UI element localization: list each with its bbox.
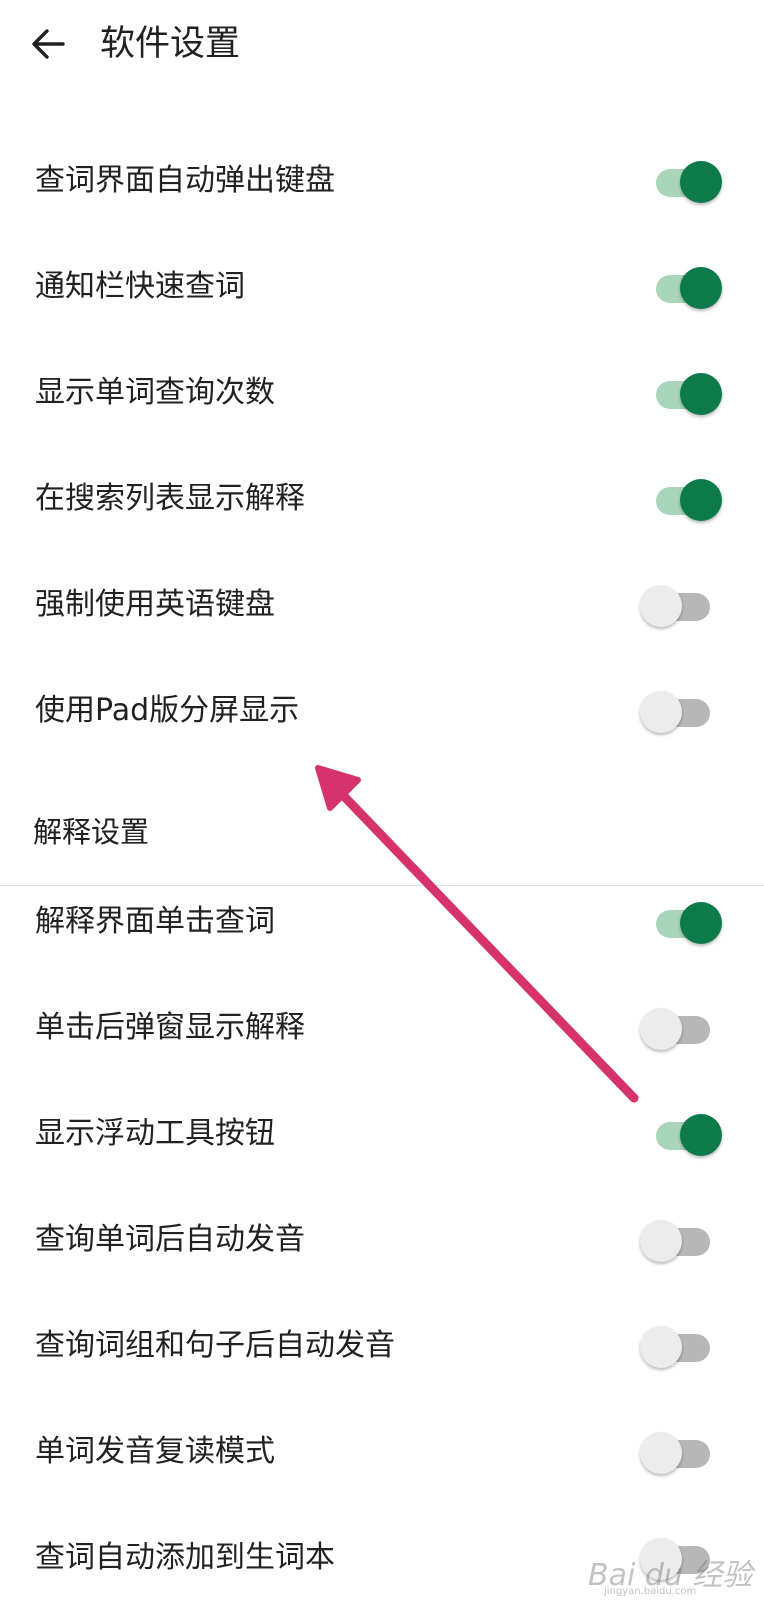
- setting-label: 查词自动添加到生词本: [35, 1540, 335, 1575]
- setting-row-pad-split-screen[interactable]: 使用Pad版分屏显示: [0, 658, 764, 764]
- switch-thumb: [640, 1326, 682, 1368]
- setting-row-floating-tool-button[interactable]: 显示浮动工具按钮: [0, 1081, 764, 1187]
- switch-thumb: [640, 1220, 682, 1262]
- switch-thumb: [680, 479, 722, 521]
- section-header-explain-settings: 解释设置: [33, 815, 150, 849]
- switch-thumb: [680, 161, 722, 203]
- setting-label: 在搜索列表显示解释: [35, 481, 305, 516]
- switch-thumb: [640, 1008, 682, 1050]
- popup-explanation-switch[interactable]: [640, 1004, 724, 1052]
- setting-row-popup-explanation[interactable]: 单击后弹窗显示解释: [0, 975, 764, 1081]
- setting-label: 查询词组和句子后自动发音: [35, 1328, 395, 1363]
- page-title: 软件设置: [100, 24, 241, 64]
- setting-label: 解释界面单击查词: [35, 904, 275, 939]
- setting-label: 显示浮动工具按钮: [35, 1116, 275, 1151]
- tap-lookup-switch[interactable]: [640, 898, 724, 946]
- switch-thumb: [680, 902, 722, 944]
- auto-pronounce-phrase-switch[interactable]: [640, 1322, 724, 1370]
- setting-label: 使用Pad版分屏显示: [35, 693, 300, 728]
- setting-label: 查询单词后自动发音: [35, 1222, 305, 1257]
- switch-thumb: [640, 691, 682, 733]
- setting-label: 显示单词查询次数: [35, 375, 275, 410]
- search-list-explanation-switch[interactable]: [640, 475, 724, 523]
- setting-row-auto-pronounce-word[interactable]: 查询单词后自动发音: [0, 1187, 764, 1293]
- switch-thumb: [680, 373, 722, 415]
- notification-lookup-switch[interactable]: [640, 263, 724, 311]
- back-button[interactable]: [24, 22, 72, 66]
- lookup-count-switch[interactable]: [640, 369, 724, 417]
- setting-label: 单击后弹窗显示解释: [35, 1010, 305, 1045]
- setting-label: 通知栏快速查词: [35, 269, 245, 304]
- repeat-pronunciation-switch[interactable]: [640, 1428, 724, 1476]
- setting-row-tap-lookup[interactable]: 解释界面单击查词: [0, 869, 764, 975]
- switch-thumb: [640, 585, 682, 627]
- setting-row-lookup-count[interactable]: 显示单词查询次数: [0, 340, 764, 446]
- switch-thumb: [680, 267, 722, 309]
- app-bar: 软件设置: [0, 0, 764, 88]
- setting-row-notification-lookup[interactable]: 通知栏快速查词: [0, 234, 764, 340]
- floating-tool-button-switch[interactable]: [640, 1110, 724, 1158]
- pad-split-screen-switch[interactable]: [640, 687, 724, 735]
- setting-label: 单词发音复读模式: [35, 1434, 275, 1469]
- setting-row-auto-keyboard[interactable]: 查词界面自动弹出键盘: [0, 128, 764, 234]
- auto-pronounce-word-switch[interactable]: [640, 1216, 724, 1264]
- force-english-keyboard-switch[interactable]: [640, 581, 724, 629]
- switch-thumb: [640, 1432, 682, 1474]
- setting-label: 强制使用英语键盘: [35, 587, 275, 622]
- setting-row-repeat-pronunciation[interactable]: 单词发音复读模式: [0, 1399, 764, 1505]
- watermark-url: jingyan.baidu.com: [604, 1586, 697, 1597]
- switch-thumb: [680, 1114, 722, 1156]
- arrow-left-icon: [32, 29, 65, 59]
- setting-row-auto-pronounce-phrase[interactable]: 查询词组和句子后自动发音: [0, 1293, 764, 1399]
- setting-label: 查词界面自动弹出键盘: [35, 163, 335, 198]
- auto-keyboard-switch[interactable]: [640, 157, 724, 205]
- setting-row-force-english-keyboard[interactable]: 强制使用英语键盘: [0, 552, 764, 658]
- setting-row-search-list-explanation[interactable]: 在搜索列表显示解释: [0, 446, 764, 552]
